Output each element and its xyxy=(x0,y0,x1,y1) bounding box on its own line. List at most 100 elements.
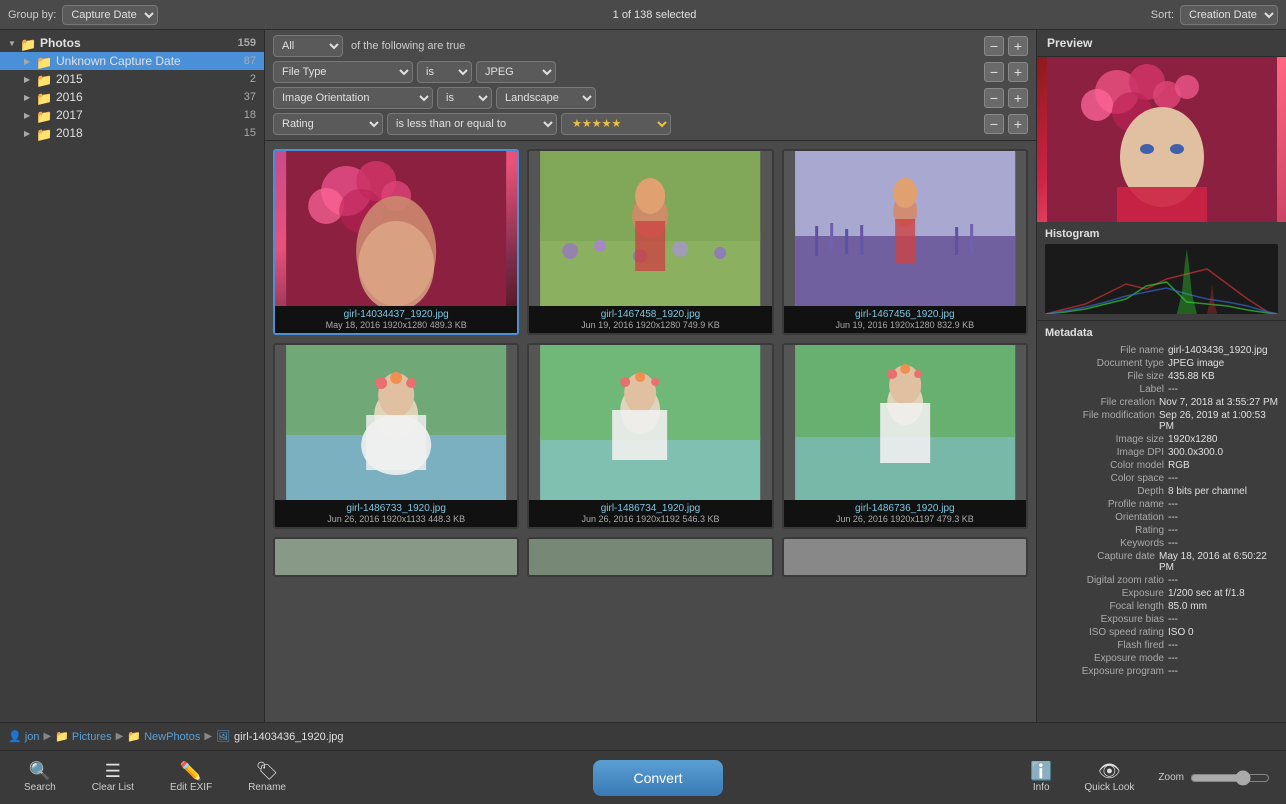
sidebar-item-2018[interactable]: ▶ 📁 2018 15 xyxy=(0,124,264,142)
meta-key: Profile name xyxy=(1054,499,1164,510)
edit-exif-icon: ✏️ xyxy=(180,762,202,780)
meta-val: 435.88 KB xyxy=(1168,371,1278,382)
filter-remove-btn-2[interactable]: − xyxy=(984,88,1004,108)
sort-label: Sort: xyxy=(1151,9,1174,21)
histogram-canvas xyxy=(1045,244,1278,314)
histogram-section: Histogram xyxy=(1037,222,1286,321)
meta-val: ISO 0 xyxy=(1168,627,1278,638)
grid-meta-5: Jun 26, 2016 1920x1197 479.3 KB xyxy=(789,514,1021,524)
info-button[interactable]: ℹ️ Info xyxy=(1022,758,1060,797)
meta-val: 1920x1280 xyxy=(1168,434,1278,445)
filter-op-1[interactable]: is xyxy=(417,61,472,83)
metadata-row: Document typeJPEG image xyxy=(1045,358,1278,369)
sidebar-item-2015[interactable]: ▶ 📁 2015 2 xyxy=(0,70,264,88)
group-by-select[interactable]: Capture Date xyxy=(62,5,158,25)
metadata-row: Color modelRGB xyxy=(1045,460,1278,471)
grid-img-5 xyxy=(784,345,1026,500)
grid-cell-info-5: girl-1486736_1920.jpg Jun 26, 2016 1920x… xyxy=(784,500,1026,527)
filter-match-select[interactable]: All xyxy=(273,35,343,57)
meta-val: 8 bits per channel xyxy=(1168,486,1278,497)
filter-add-btn-2[interactable]: + xyxy=(1008,88,1028,108)
sidebar-photos-label: Photos xyxy=(40,36,238,50)
filter-field-1[interactable]: File Type xyxy=(273,61,413,83)
grid-scroll[interactable]: girl-14034437_1920.jpg May 18, 2016 1920… xyxy=(265,141,1036,722)
sidebar-item-2016[interactable]: ▶ 📁 2016 37 xyxy=(0,88,264,106)
meta-val: --- xyxy=(1168,499,1278,510)
clear-list-button[interactable]: ☰ Clear List xyxy=(84,758,142,797)
convert-button[interactable]: Convert xyxy=(593,760,722,796)
grid-filename-1: girl-1467458_1920.jpg xyxy=(534,309,766,320)
quick-look-button[interactable]: 👁 Quick Look xyxy=(1076,758,1142,797)
preview-title: Preview xyxy=(1037,30,1286,57)
sidebar-item-2017[interactable]: ▶ 📁 2017 18 xyxy=(0,106,264,124)
preview-panel: Preview Histogram xyxy=(1036,30,1286,722)
filter-remove-btn-1[interactable]: − xyxy=(984,62,1004,82)
sidebar-item-unknown-capture[interactable]: ▶ 📁 Unknown Capture Date 87 xyxy=(0,52,264,70)
quick-look-icon: 👁 xyxy=(1098,762,1121,780)
breadcrumb-sep-1: ▶ xyxy=(43,731,51,742)
meta-val: --- xyxy=(1168,473,1278,484)
breadcrumb-filename: girl-1403436_1920.jpg xyxy=(234,731,343,743)
grid-img-8 xyxy=(784,539,1026,577)
sidebar-2015-label: 2015 xyxy=(56,72,250,86)
meta-val: 1/200 sec at f/1.8 xyxy=(1168,588,1278,599)
grid-cell-2[interactable]: girl-1467456_1920.jpg Jun 19, 2016 1920x… xyxy=(782,149,1028,335)
grid-cell-7[interactable] xyxy=(527,537,773,577)
bottom-toolbar: 🔍 Search ☰ Clear List ✏️ Edit EXIF 🏷 Ren… xyxy=(0,750,1286,804)
breadcrumb-sep-2: ▶ xyxy=(116,731,124,742)
filter-add-btn-3[interactable]: + xyxy=(1008,114,1028,134)
grid-cell-6[interactable] xyxy=(273,537,519,577)
sidebar: ▼ 📁 Photos 159 ▶ 📁 Unknown Capture Date … xyxy=(0,30,265,722)
grid-cell-8[interactable] xyxy=(782,537,1028,577)
breadcrumb-file-icon: 🖼 xyxy=(216,730,230,743)
meta-key: Digital zoom ratio xyxy=(1054,575,1164,586)
filter-add-btn-0[interactable]: + xyxy=(1008,36,1028,56)
metadata-row: Focal length85.0 mm xyxy=(1045,601,1278,612)
metadata-row: File modificationSep 26, 2019 at 1:00:53… xyxy=(1045,410,1278,432)
meta-key: Document type xyxy=(1054,358,1164,369)
grid-cell-1[interactable]: girl-1467458_1920.jpg Jun 19, 2016 1920x… xyxy=(527,149,773,335)
metadata-section: Metadata File namegirl-1403436_1920.jpgD… xyxy=(1037,321,1286,685)
filter-row-1: File Type is JPEG − + xyxy=(273,61,1028,83)
sidebar-2017-label: 2017 xyxy=(56,108,244,122)
metadata-row: Capture dateMay 18, 2016 at 6:50:22 PM xyxy=(1045,551,1278,573)
breadcrumb-newphotos: 📁 NewPhotos xyxy=(127,730,200,743)
sidebar-item-photos[interactable]: ▼ 📁 Photos 159 xyxy=(0,34,264,52)
filter-remove-btn-0[interactable]: − xyxy=(984,36,1004,56)
zoom-slider[interactable] xyxy=(1190,770,1270,786)
grid-filename-3: girl-1486733_1920.jpg xyxy=(280,503,512,514)
filter-val-3[interactable]: ★★★★★ xyxy=(561,113,671,135)
filter-op-2[interactable]: is xyxy=(437,87,492,109)
grid-cell-4[interactable]: girl-1486734_1920.jpg Jun 26, 2016 1920x… xyxy=(527,343,773,529)
metadata-row: File size435.88 KB xyxy=(1045,371,1278,382)
meta-key: Flash fired xyxy=(1054,640,1164,651)
meta-val: --- xyxy=(1168,614,1278,625)
filter-field-2[interactable]: Image Orientation xyxy=(273,87,433,109)
filter-remove-btn-3[interactable]: − xyxy=(984,114,1004,134)
filter-val-1[interactable]: JPEG xyxy=(476,61,556,83)
meta-key: Focal length xyxy=(1054,601,1164,612)
grid-img-1 xyxy=(529,151,771,306)
filter-add-btn-1[interactable]: + xyxy=(1008,62,1028,82)
arrow-icon-3: ▶ xyxy=(24,75,36,84)
sort-select[interactable]: Creation Date xyxy=(1180,5,1278,25)
grid-cell-3[interactable]: girl-1486733_1920.jpg Jun 26, 2016 1920x… xyxy=(273,343,519,529)
grid-cell-5[interactable]: girl-1486736_1920.jpg Jun 26, 2016 1920x… xyxy=(782,343,1028,529)
filter-field-3[interactable]: Rating xyxy=(273,113,383,135)
breadcrumb-pictures: 📁 Pictures xyxy=(55,730,112,743)
meta-key: Exposure mode xyxy=(1054,653,1164,664)
filter-op-3[interactable]: is less than or equal to xyxy=(387,113,557,135)
grid-img-2 xyxy=(784,151,1026,306)
search-button[interactable]: 🔍 Search xyxy=(16,758,64,797)
rename-button[interactable]: 🏷 Rename xyxy=(240,758,294,797)
filter-row-0: All of the following are true − + xyxy=(273,35,1028,57)
edit-exif-button[interactable]: ✏️ Edit EXIF xyxy=(162,758,220,797)
meta-val: --- xyxy=(1168,653,1278,664)
grid-cell-0[interactable]: girl-14034437_1920.jpg May 18, 2016 1920… xyxy=(273,149,519,335)
meta-val: --- xyxy=(1168,512,1278,523)
meta-key: Depth xyxy=(1054,486,1164,497)
meta-val: Sep 26, 2019 at 1:00:53 PM xyxy=(1159,410,1278,432)
filter-val-2[interactable]: Landscape xyxy=(496,87,596,109)
grid-img-6 xyxy=(275,539,517,577)
folder-icon-4: 📁 xyxy=(36,91,52,103)
